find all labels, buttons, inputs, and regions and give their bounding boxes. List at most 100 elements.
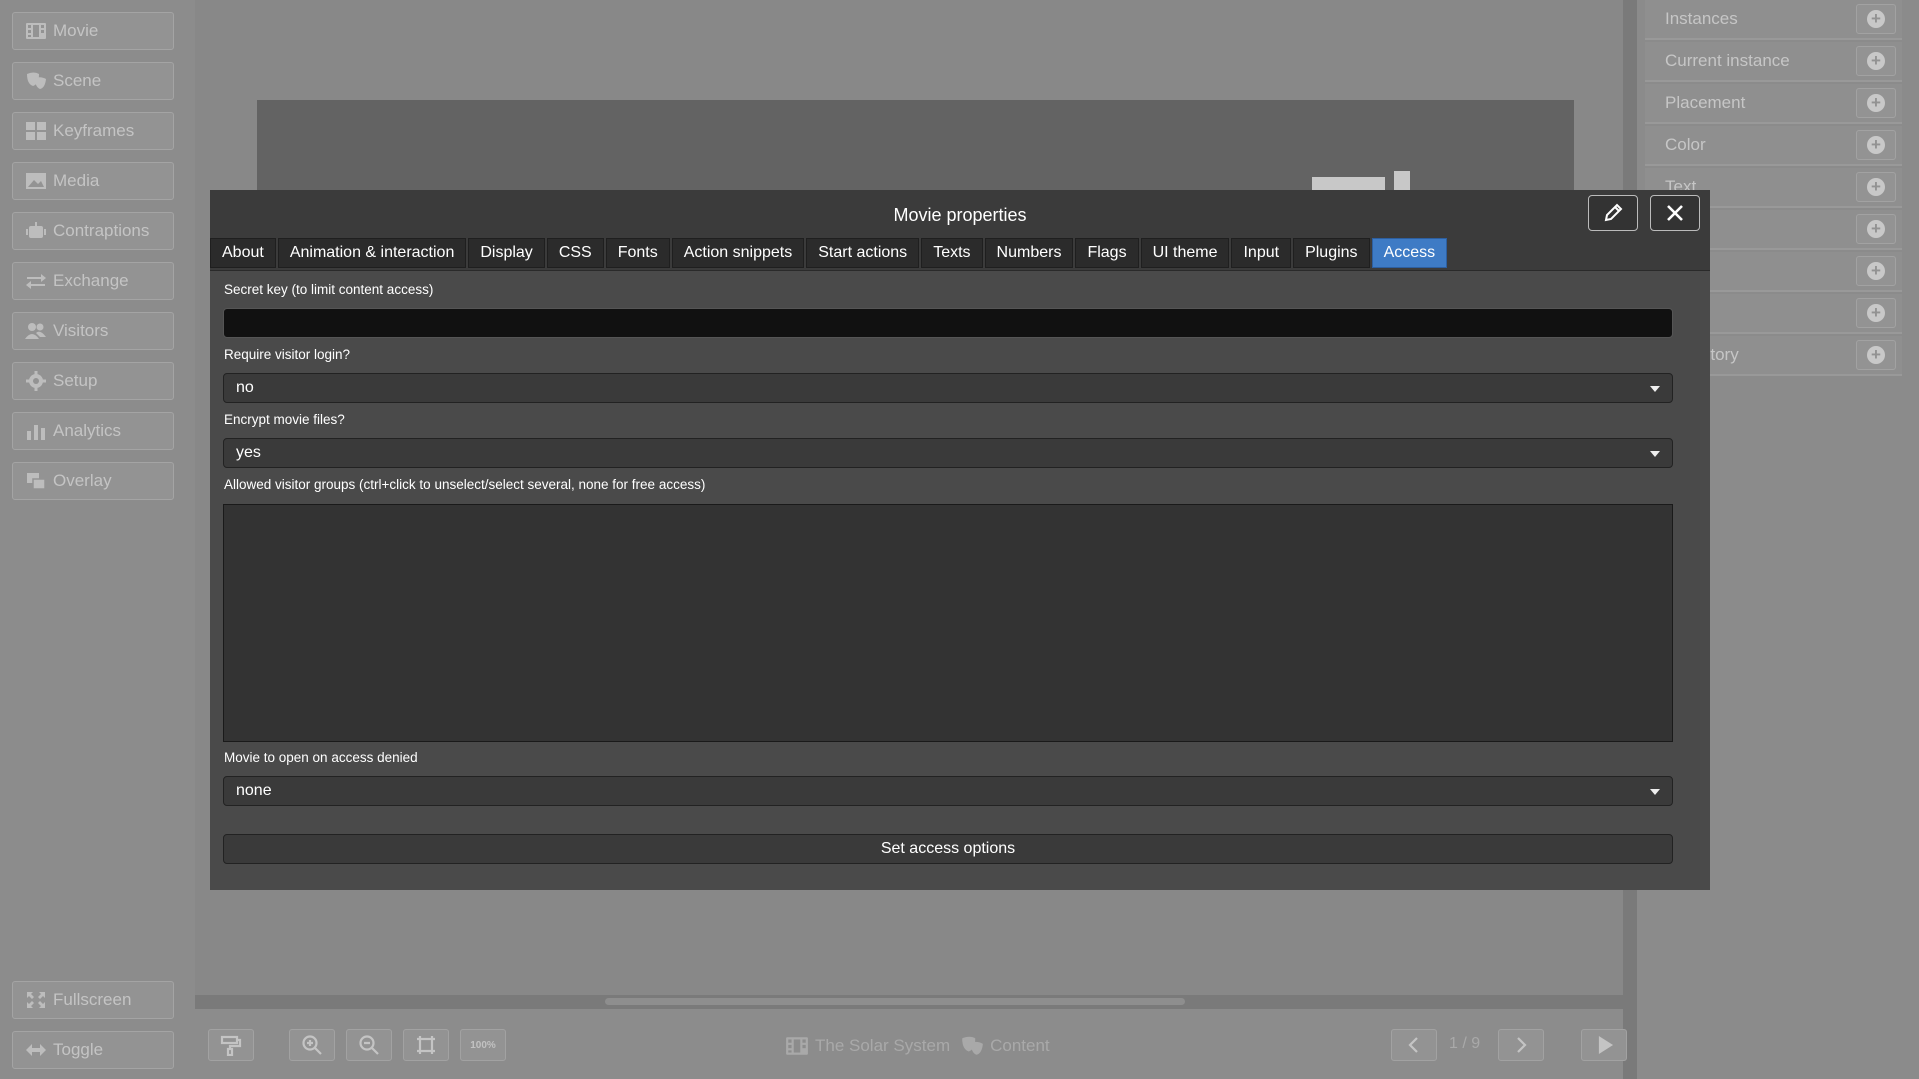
dialog-title: Movie properties (893, 205, 1027, 225)
film-icon (26, 23, 46, 39)
stage-canvas[interactable] (257, 100, 1574, 190)
tab-about[interactable]: About (210, 238, 276, 268)
sidebar-item-setup[interactable]: Setup (12, 362, 174, 400)
sidebar-item-media[interactable]: Media (12, 162, 174, 200)
tab-plugins[interactable]: Plugins (1293, 238, 1370, 268)
sidebar-item-exchange[interactable]: Exchange (12, 262, 174, 300)
add-button[interactable]: + (1856, 130, 1896, 160)
caret-down-icon (1650, 789, 1660, 795)
tab-texts[interactable]: Texts (921, 238, 983, 268)
panel-row-color[interactable]: Color + (1645, 126, 1902, 166)
play-button[interactable] (1581, 1029, 1627, 1061)
zoom-reset-button[interactable]: 100% (460, 1029, 506, 1061)
bottom-toolbar: 100% The Solar System Content 1 / 9 (195, 1009, 1627, 1079)
access-denied-movie-label: Movie to open on access denied (224, 750, 418, 765)
zoom-in-icon (302, 1035, 322, 1055)
stage-element[interactable] (1394, 171, 1410, 190)
access-denied-movie-value: none (236, 782, 272, 799)
horizontal-scrollbar[interactable] (195, 995, 1623, 1009)
sidebar-item-analytics[interactable]: Analytics (12, 412, 174, 450)
tab-flags[interactable]: Flags (1075, 238, 1139, 268)
scrollbar-thumb[interactable] (605, 998, 1185, 1005)
plus-circle-icon: + (1867, 304, 1885, 322)
tab-bar: About Animation & interaction Display CS… (210, 238, 1710, 271)
panel-row-label: Placement (1665, 93, 1746, 112)
masks-icon (27, 72, 46, 89)
plus-circle-icon: + (1867, 178, 1885, 196)
sidebar-item-label: Contraptions (53, 221, 150, 240)
set-access-options-button[interactable]: Set access options (223, 834, 1673, 864)
sidebar-item-label: Visitors (53, 321, 109, 340)
sidebar-item-scene[interactable]: Scene (12, 62, 174, 100)
panel-row-current-instance[interactable]: Current instance + (1645, 42, 1902, 82)
tab-action-snippets[interactable]: Action snippets (671, 238, 805, 268)
edit-button[interactable] (1588, 195, 1638, 231)
previous-keyframe-button[interactable] (1391, 1029, 1437, 1061)
add-button[interactable]: + (1856, 256, 1896, 286)
chevron-left-icon (1408, 1037, 1418, 1053)
tab-fonts[interactable]: Fonts (605, 238, 670, 268)
breadcrumb-scene[interactable]: Content (990, 1036, 1050, 1056)
add-button[interactable]: + (1856, 340, 1896, 370)
plus-circle-icon: + (1867, 262, 1885, 280)
film-icon (786, 1037, 808, 1055)
visitor-groups-listbox[interactable] (223, 504, 1673, 742)
paint-roller-button[interactable] (208, 1029, 254, 1061)
movie-properties-dialog: Movie properties About Animation & inter… (210, 190, 1710, 890)
tab-ui-theme[interactable]: UI theme (1140, 238, 1230, 268)
add-button[interactable]: + (1856, 298, 1896, 328)
add-button[interactable]: + (1856, 46, 1896, 76)
sidebar-item-overlay[interactable]: Overlay (12, 462, 174, 500)
sidebar-item-visitors[interactable]: Visitors (12, 312, 174, 350)
panel-row-instances[interactable]: Instances + (1645, 0, 1902, 40)
encrypt-files-select[interactable]: yes (223, 438, 1673, 468)
users-icon (25, 323, 46, 339)
breadcrumb-movie[interactable]: The Solar System (815, 1036, 950, 1056)
overlay-icon (27, 473, 46, 490)
zoom-in-button[interactable] (289, 1029, 335, 1061)
tab-display[interactable]: Display (468, 238, 545, 268)
sidebar-item-label: Movie (53, 21, 99, 40)
sidebar-item-label: Analytics (53, 421, 122, 440)
chevron-right-icon (1517, 1037, 1527, 1053)
tab-animation-interaction[interactable]: Animation & interaction (277, 238, 467, 268)
tab-start-actions[interactable]: Start actions (806, 238, 920, 268)
panel-row-placement[interactable]: Placement + (1645, 84, 1902, 124)
zoom-reset-label: 100% (470, 1039, 496, 1051)
plus-circle-icon: + (1867, 220, 1885, 238)
add-button[interactable]: + (1856, 214, 1896, 244)
tab-css[interactable]: CSS (546, 238, 604, 268)
paint-roller-icon (220, 1035, 242, 1056)
expand-icon (27, 992, 45, 1008)
exchange-icon (26, 274, 46, 289)
stage-element[interactable] (1312, 177, 1385, 190)
require-login-label: Require visitor login? (224, 347, 351, 362)
add-button[interactable]: + (1856, 88, 1896, 118)
fit-view-button[interactable] (403, 1029, 449, 1061)
sidebar-item-keyframes[interactable]: Keyframes (12, 112, 174, 150)
fullscreen-button[interactable]: Fullscreen (12, 981, 174, 1019)
pencil-icon (1604, 203, 1623, 222)
require-login-select[interactable]: no (223, 373, 1673, 403)
masks-icon (962, 1036, 984, 1055)
analytics-icon (27, 425, 45, 440)
zoom-out-button[interactable] (346, 1029, 392, 1061)
sidebar-item-label: Scene (53, 71, 102, 90)
secret-key-input[interactable] (223, 308, 1673, 338)
dialog-header: Movie properties (210, 190, 1710, 240)
next-keyframe-button[interactable] (1498, 1029, 1544, 1061)
tab-input[interactable]: Input (1231, 238, 1292, 268)
plus-circle-icon: + (1867, 10, 1885, 28)
close-button[interactable] (1650, 195, 1700, 231)
toggle-button[interactable]: Toggle (12, 1031, 174, 1069)
access-denied-movie-select[interactable]: none (223, 776, 1673, 806)
panel-row-label: Current instance (1665, 51, 1790, 70)
keyframe-counter: 1 / 9 (1449, 1035, 1481, 1052)
tab-numbers[interactable]: Numbers (984, 238, 1074, 268)
add-button[interactable]: + (1856, 172, 1896, 202)
left-sidebar: Movie Scene Keyframes Media Contraptions… (0, 0, 195, 1079)
tab-access[interactable]: Access (1371, 238, 1448, 268)
sidebar-item-movie[interactable]: Movie (12, 12, 174, 50)
sidebar-item-contraptions[interactable]: Contraptions (12, 212, 174, 250)
add-button[interactable]: + (1856, 4, 1896, 34)
